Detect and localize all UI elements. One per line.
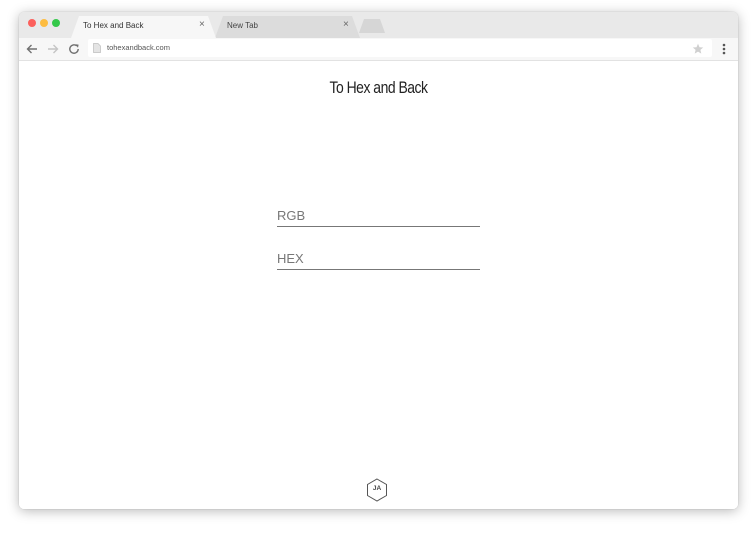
tab-title: To Hex and Back: [83, 21, 144, 30]
tab-close-icon[interactable]: ×: [343, 19, 349, 31]
maximize-window-button[interactable]: [52, 19, 60, 27]
ja-logo[interactable]: JA: [366, 478, 388, 502]
browser-toolbar: tohexandback.com: [19, 38, 738, 61]
tab-bar: New Tab × To Hex and Back ×: [19, 12, 738, 38]
page-icon: [93, 43, 101, 53]
page-title: To Hex and Back: [329, 78, 428, 97]
tab-new-tab[interactable]: New Tab ×: [215, 16, 360, 38]
address-bar[interactable]: tohexandback.com: [88, 39, 712, 57]
minimize-window-button[interactable]: [40, 19, 48, 27]
reload-icon[interactable]: [67, 42, 81, 56]
menu-icon[interactable]: [719, 42, 729, 56]
rgb-input[interactable]: [277, 205, 480, 227]
logo-text: JA: [372, 485, 382, 492]
hex-input[interactable]: [277, 248, 480, 270]
tab-title: New Tab: [227, 21, 258, 30]
url-text[interactable]: tohexandback.com: [107, 43, 170, 52]
new-tab-button[interactable]: [358, 19, 386, 33]
page-content: To Hex and Back JA: [19, 61, 738, 509]
browser-window: New Tab × To Hex and Back × tohexandback…: [19, 12, 738, 509]
close-window-button[interactable]: [28, 19, 36, 27]
back-icon[interactable]: [25, 42, 39, 56]
forward-icon[interactable]: [46, 42, 60, 56]
tab-close-icon[interactable]: ×: [199, 19, 205, 31]
star-icon[interactable]: [692, 43, 704, 55]
tab-to-hex-and-back[interactable]: To Hex and Back ×: [71, 16, 216, 38]
